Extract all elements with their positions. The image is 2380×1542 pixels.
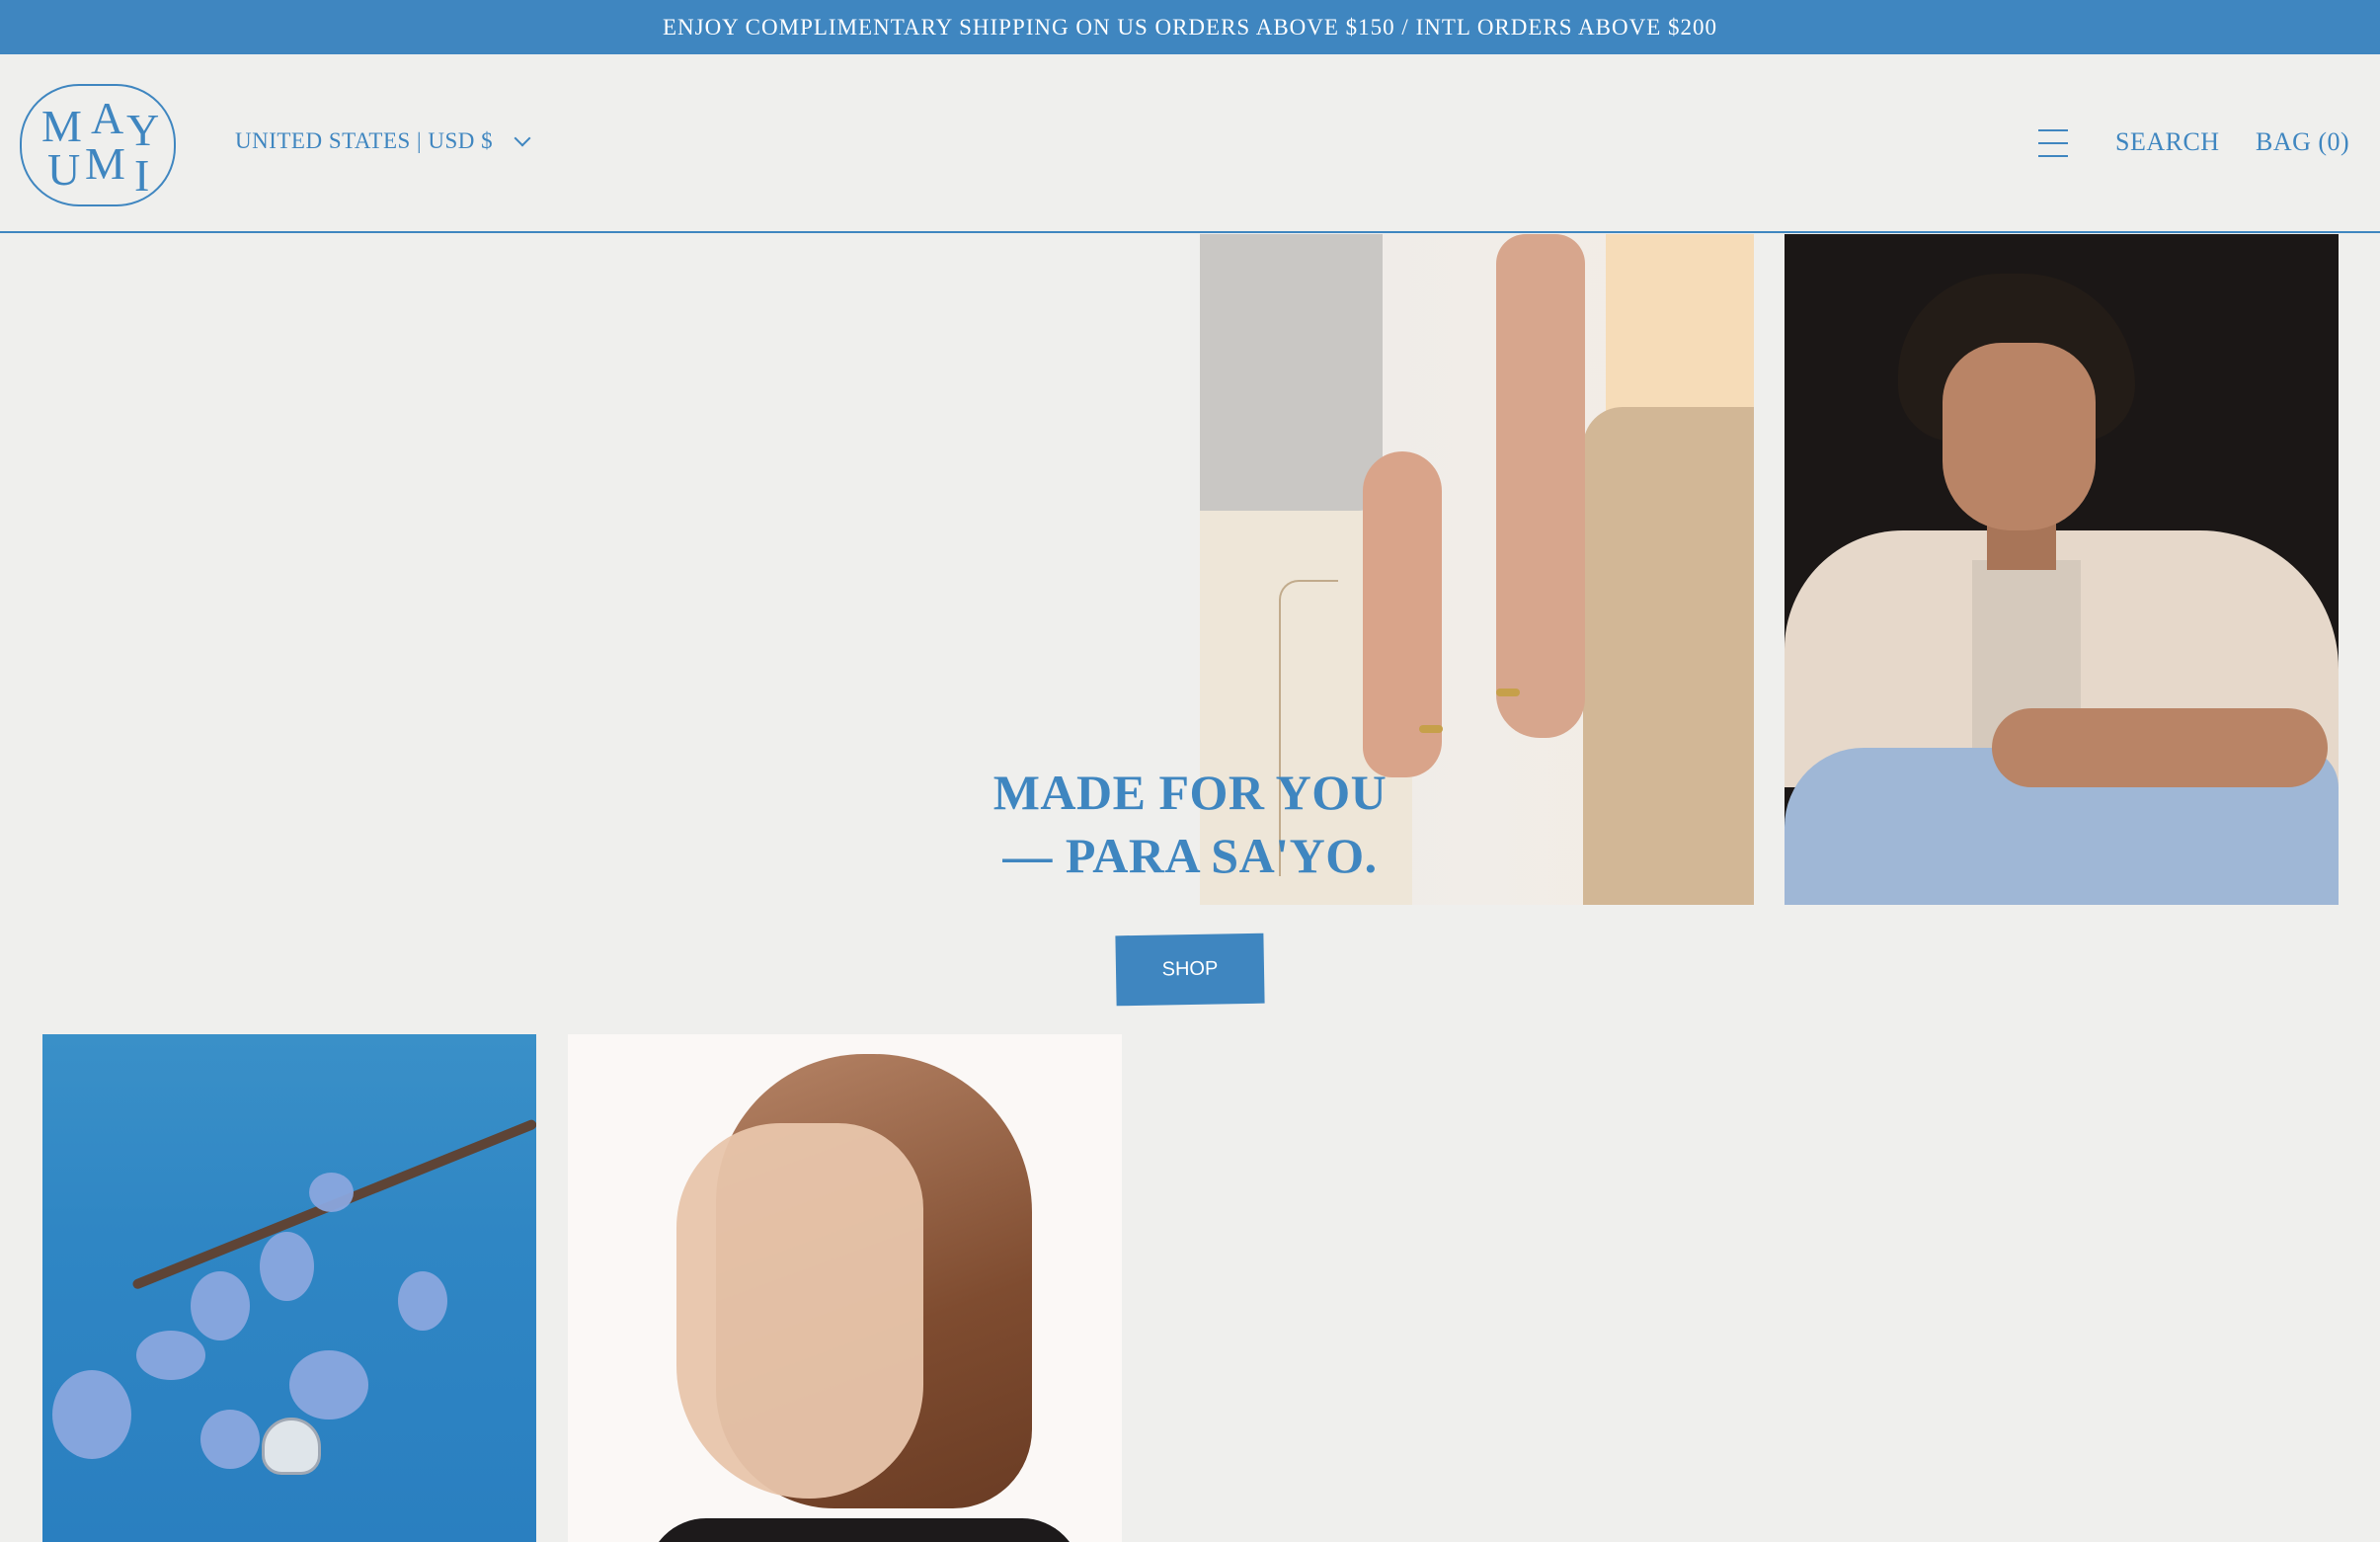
bag-link[interactable]: BAG (0) xyxy=(2256,127,2349,157)
logo-letter: M xyxy=(85,138,125,189)
hamburger-menu-icon[interactable] xyxy=(2038,129,2068,157)
logo-letter: M xyxy=(41,101,82,151)
logo-letter: I xyxy=(134,150,150,201)
logo-letter: U xyxy=(47,144,81,195)
shop-button[interactable]: SHOP xyxy=(1115,933,1265,1007)
announcement-bar: ENJOY COMPLIMENTARY SHIPPING ON US ORDER… xyxy=(0,0,2380,54)
hero-headline-line1: MADE FOR YOU xyxy=(992,765,1388,820)
hero-headline-line2: — PARA SA'YO. xyxy=(1002,828,1378,883)
hero-headline: MADE FOR YOU — PARA SA'YO. xyxy=(938,761,1442,887)
announcement-text: ENJOY COMPLIMENTARY SHIPPING ON US ORDER… xyxy=(662,14,1718,40)
locale-selector[interactable]: UNITED STATES | USD $ xyxy=(235,128,531,154)
product-image-portrait-woman[interactable] xyxy=(568,1034,1122,1542)
logo-letter: A xyxy=(91,93,124,143)
site-header: M A Y U M I UNITED STATES | USD $ SEARCH… xyxy=(0,54,2380,233)
brand-logo[interactable]: M A Y U M I xyxy=(20,84,176,206)
search-link[interactable]: SEARCH xyxy=(2115,127,2220,157)
locale-label: UNITED STATES | USD $ xyxy=(235,128,494,153)
product-image-orchid-necklace[interactable] xyxy=(42,1034,536,1542)
chevron-down-icon xyxy=(514,129,531,147)
logo-letter: Y xyxy=(126,105,160,155)
hero-image-portrait-man[interactable] xyxy=(1785,234,2339,905)
